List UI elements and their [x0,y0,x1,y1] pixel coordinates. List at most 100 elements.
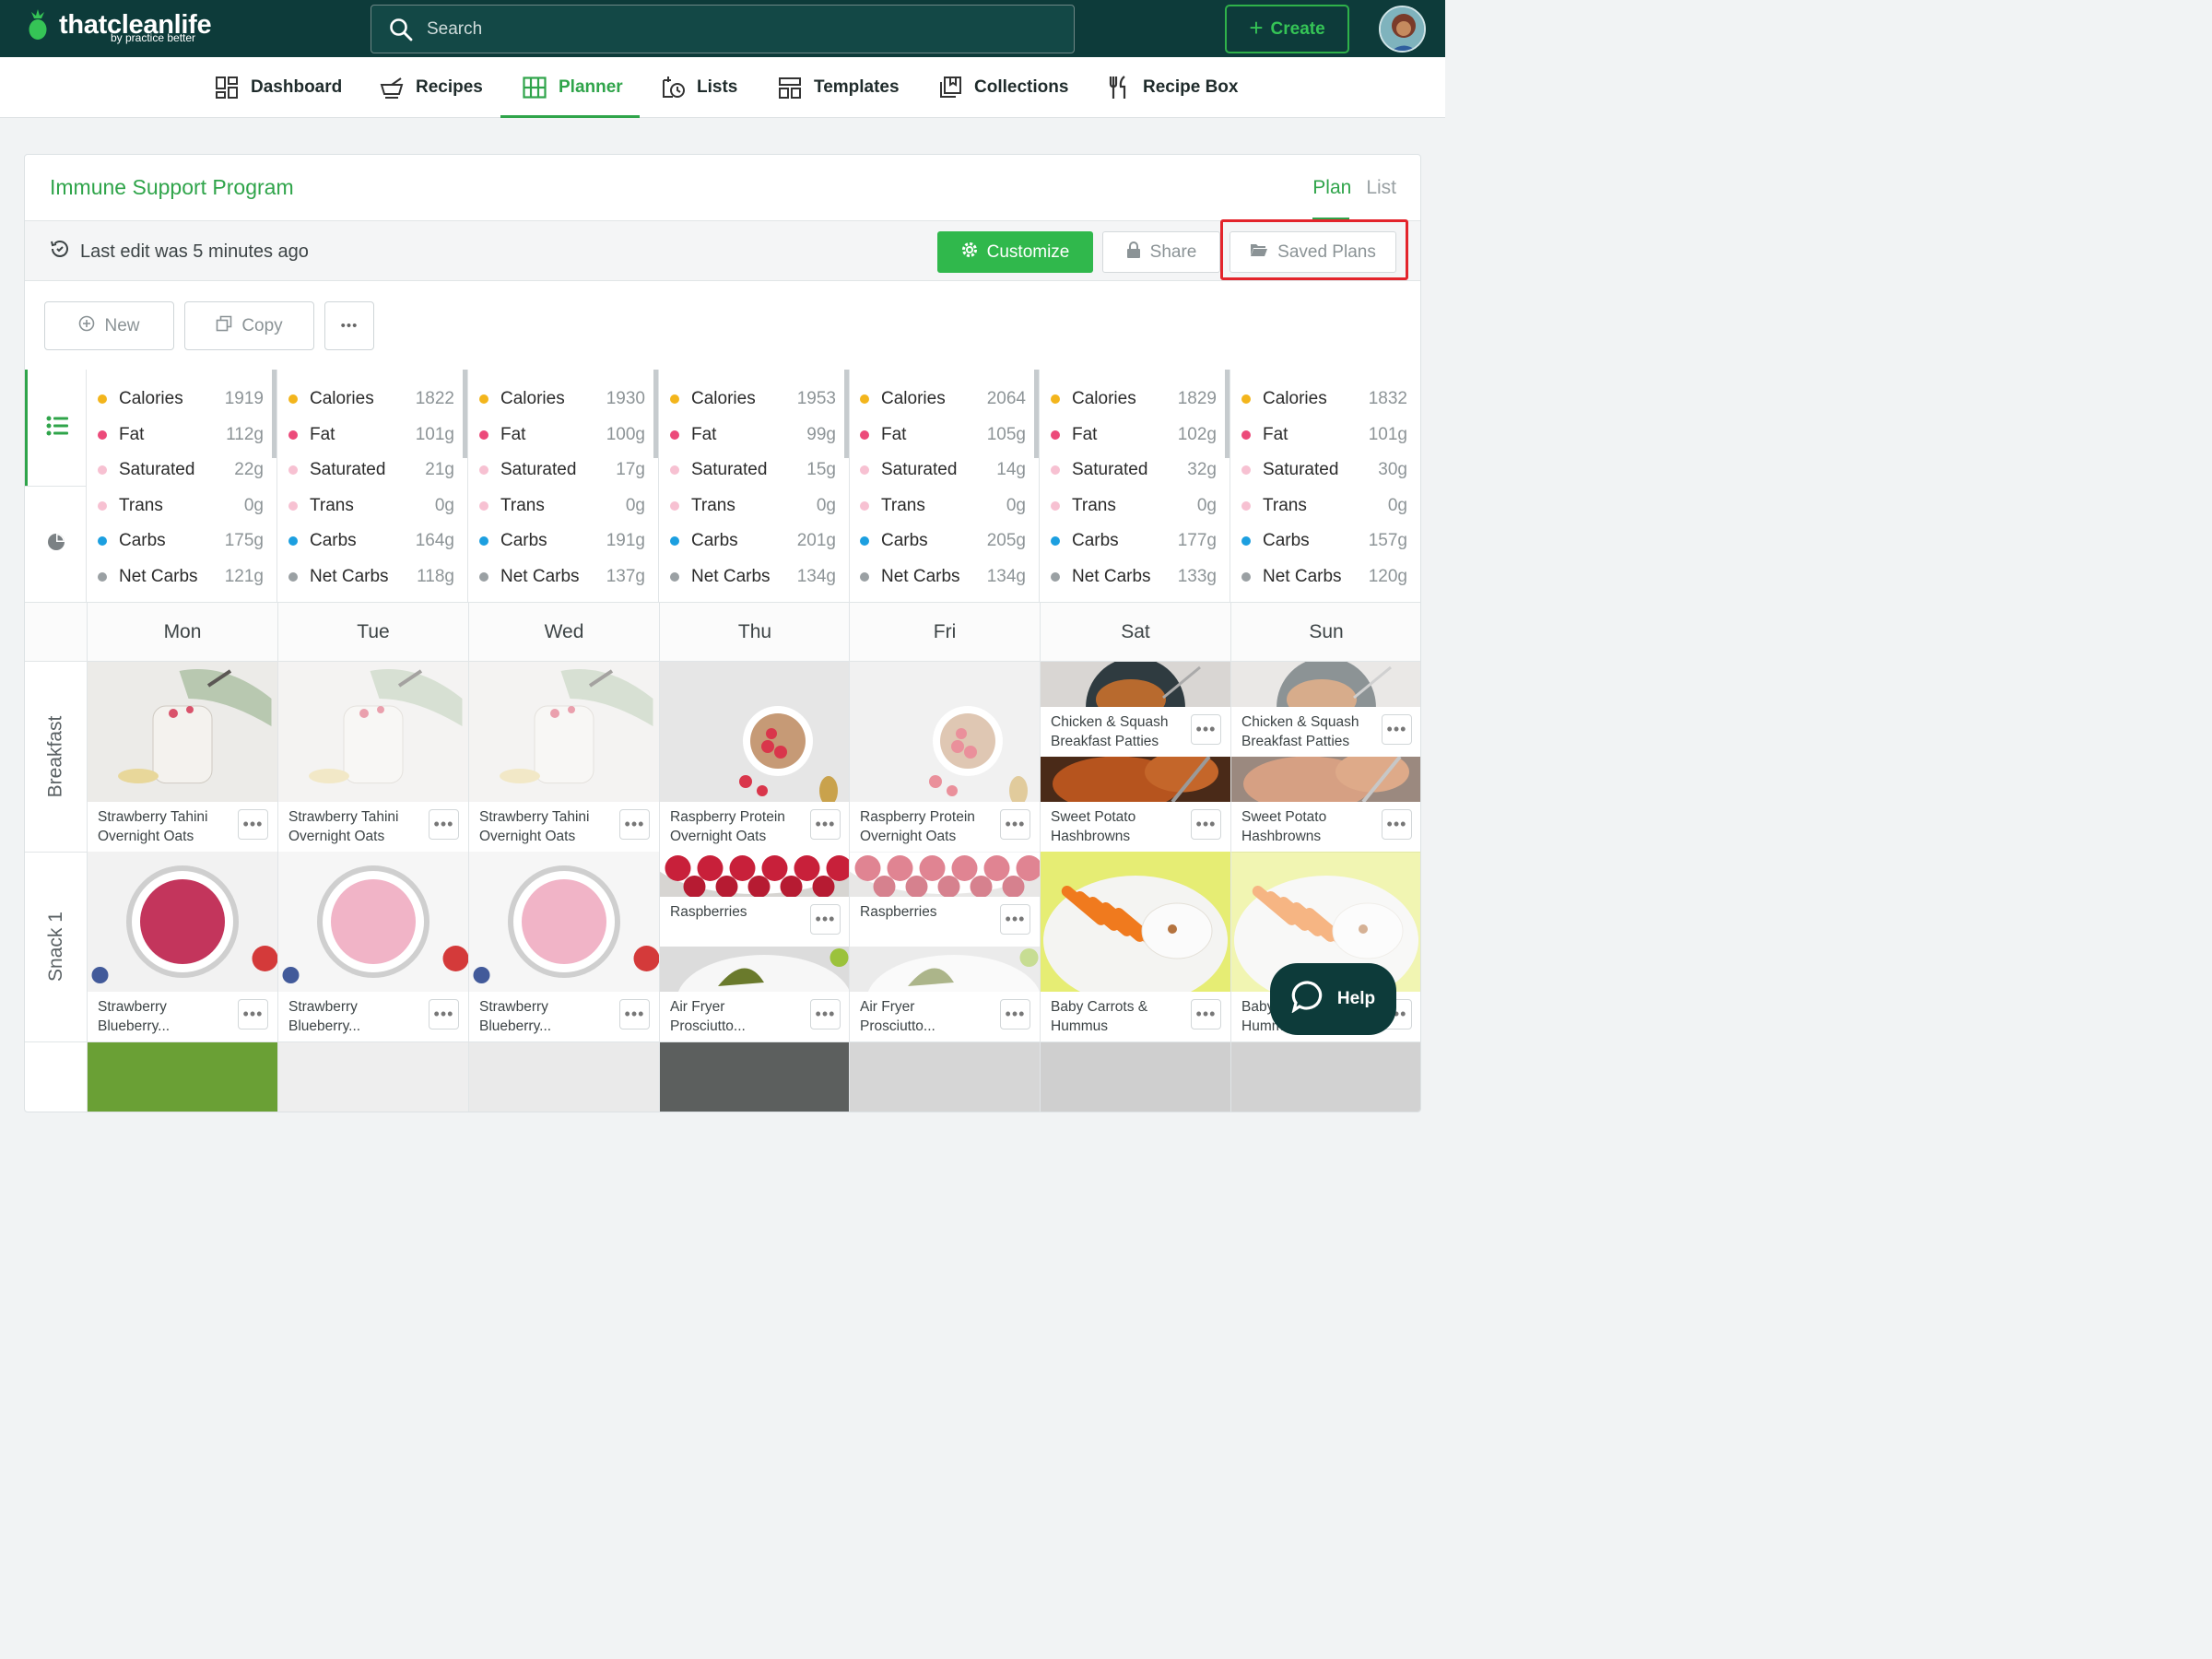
meal-cell[interactable]: Strawberry Tahini Overnight Oats ••• [468,662,659,852]
recipe-more-button[interactable]: ••• [1382,714,1412,745]
scrollbar[interactable] [463,370,467,458]
help-button[interactable]: Help [1270,963,1396,1035]
recipe-card[interactable]: Raspberries ••• [850,852,1040,947]
plan-title[interactable]: Immune Support Program [50,175,294,200]
recipe-name[interactable]: Strawberry Tahini Overnight Oats [98,807,231,846]
nav-recipe-box[interactable]: Recipe Box [1106,57,1238,118]
meal-cell[interactable]: Raspberry Protein Overnight Oats ••• [659,662,850,852]
recipe-image[interactable] [850,662,1040,806]
recipe-name[interactable]: Air Fryer Prosciutto... [860,997,994,1036]
recipe-more-button[interactable]: ••• [810,904,841,935]
nav-lists[interactable]: Lists [660,57,737,118]
avatar[interactable] [1379,6,1426,53]
recipe-image[interactable] [469,662,659,802]
meal-cell[interactable]: Strawberry Blueberry... ••• [468,852,659,1041]
recipe-card[interactable]: Air Fryer Prosciutto... ••• [850,947,1040,1041]
scrollbar[interactable] [272,370,276,458]
recipe-more-button[interactable]: ••• [1000,999,1030,1030]
recipe-more-button[interactable]: ••• [429,809,459,840]
recipe-card[interactable]: Sweet Potato Hashbrowns ••• [1231,757,1420,852]
nutrition-list-tab[interactable] [25,370,87,486]
recipe-name[interactable]: Sweet Potato Hashbrowns [1051,807,1184,846]
recipe-image[interactable] [278,852,468,992]
recipe-image[interactable] [660,947,850,1041]
recipe-more-button[interactable]: ••• [619,809,650,840]
meal-cell[interactable]: Raspberries ••• Air Fryer Prosciutto... ••… [659,852,850,1041]
recipe-name[interactable]: Sweet Potato Hashbrowns [1241,807,1375,846]
recipe-more-button[interactable]: ••• [1191,714,1221,745]
recipe-image[interactable] [1041,757,1230,812]
search-input[interactable] [427,18,1074,40]
recipe-name[interactable]: Strawberry Blueberry... [288,997,422,1036]
recipe-image[interactable] [88,662,277,802]
recipe-more-button[interactable]: ••• [1000,809,1030,840]
recipe-more-button[interactable]: ••• [238,809,268,840]
meal-cell[interactable]: Strawberry Tahini Overnight Oats ••• [277,662,468,852]
recipe-more-button[interactable]: ••• [238,999,268,1030]
meal-cell[interactable] [468,1042,659,1112]
recipe-image[interactable] [850,852,1040,898]
logo[interactable]: thatcleanlife [28,7,212,52]
recipe-more-button[interactable]: ••• [810,999,841,1030]
recipe-more-button[interactable]: ••• [1382,809,1412,840]
recipe-more-button[interactable]: ••• [619,999,650,1030]
create-button[interactable]: + Create [1225,5,1349,53]
recipe-image[interactable] [469,852,659,992]
scrollbar[interactable] [653,370,658,458]
scrollbar[interactable] [1034,370,1039,458]
meal-cell[interactable] [659,1042,850,1112]
recipe-image[interactable] [850,947,1040,1041]
customize-button[interactable]: Customize [937,231,1093,273]
recipe-card[interactable]: Air Fryer Prosciutto... ••• [660,947,850,1041]
recipe-name[interactable]: Baby Carrots & Hummus [1051,997,1184,1036]
recipe-name[interactable]: Strawberry Blueberry... [479,997,613,1036]
nav-recipes[interactable]: Recipes [379,57,483,118]
recipe-image[interactable] [1041,852,1230,1005]
nav-templates[interactable]: Templates [777,57,900,118]
meal-cell[interactable] [277,1042,468,1112]
recipe-name[interactable]: Chicken & Squash Breakfast Patties [1051,712,1184,751]
recipe-image[interactable] [660,662,850,806]
meal-cell[interactable]: Chicken & Squash Breakfast Patties ••• Sw… [1230,662,1420,852]
share-button[interactable]: Share [1102,231,1220,273]
more-options-button[interactable]: ••• [324,301,374,350]
recipe-more-button[interactable]: ••• [429,999,459,1030]
tab-list[interactable]: List [1366,177,1396,199]
meal-cell[interactable]: Strawberry Tahini Overnight Oats ••• [87,662,277,852]
meal-cell[interactable]: Strawberry Blueberry... ••• [277,852,468,1041]
scrollbar[interactable] [1225,370,1230,458]
recipe-more-button[interactable]: ••• [1191,999,1221,1030]
meal-cell[interactable] [849,1042,1040,1112]
recipe-name[interactable]: Strawberry Tahini Overnight Oats [288,807,422,846]
recipe-name[interactable]: Strawberry Tahini Overnight Oats [479,807,613,846]
recipe-more-button[interactable]: ••• [1000,904,1030,935]
recipe-image[interactable] [278,662,468,802]
recipe-name[interactable]: Raspberries [670,902,804,922]
meal-cell[interactable]: Strawberry Blueberry... ••• [87,852,277,1041]
recipe-card[interactable]: Chicken & Squash Breakfast Patties ••• [1041,662,1230,757]
recipe-name[interactable]: Strawberry Blueberry... [98,997,231,1036]
recipe-image[interactable] [1231,757,1420,812]
recipe-image[interactable] [1231,662,1420,757]
meal-cell[interactable]: Baby Carrots & Hummus••• [1040,852,1230,1041]
recipe-name[interactable]: Chicken & Squash Breakfast Patties [1241,712,1375,751]
copy-button[interactable]: Copy [184,301,314,350]
tab-plan[interactable]: Plan [1312,177,1351,199]
recipe-name[interactable]: Air Fryer Prosciutto... [670,997,804,1036]
nav-dashboard[interactable]: Dashboard [214,57,342,118]
meal-cell[interactable] [1040,1042,1230,1112]
recipe-card[interactable]: Chicken & Squash Breakfast Patties ••• [1231,662,1420,757]
meal-cell[interactable]: Raspberry Protein Overnight Oats ••• [849,662,1040,852]
nav-planner[interactable]: Planner [522,57,623,118]
recipe-name[interactable]: Raspberry Protein Overnight Oats [860,807,994,846]
nutrition-chart-tab[interactable] [25,486,87,602]
recipe-more-button[interactable]: ••• [810,809,841,840]
recipe-image[interactable] [88,852,277,992]
recipe-card[interactable]: Sweet Potato Hashbrowns ••• [1041,757,1230,852]
recipe-image[interactable] [660,852,850,898]
recipe-card[interactable]: Raspberries ••• [660,852,850,947]
search-bar[interactable] [371,5,1075,53]
meal-cell[interactable]: Chicken & Squash Breakfast Patties ••• Sw… [1040,662,1230,852]
recipe-more-button[interactable]: ••• [1191,809,1221,840]
new-button[interactable]: New [44,301,174,350]
